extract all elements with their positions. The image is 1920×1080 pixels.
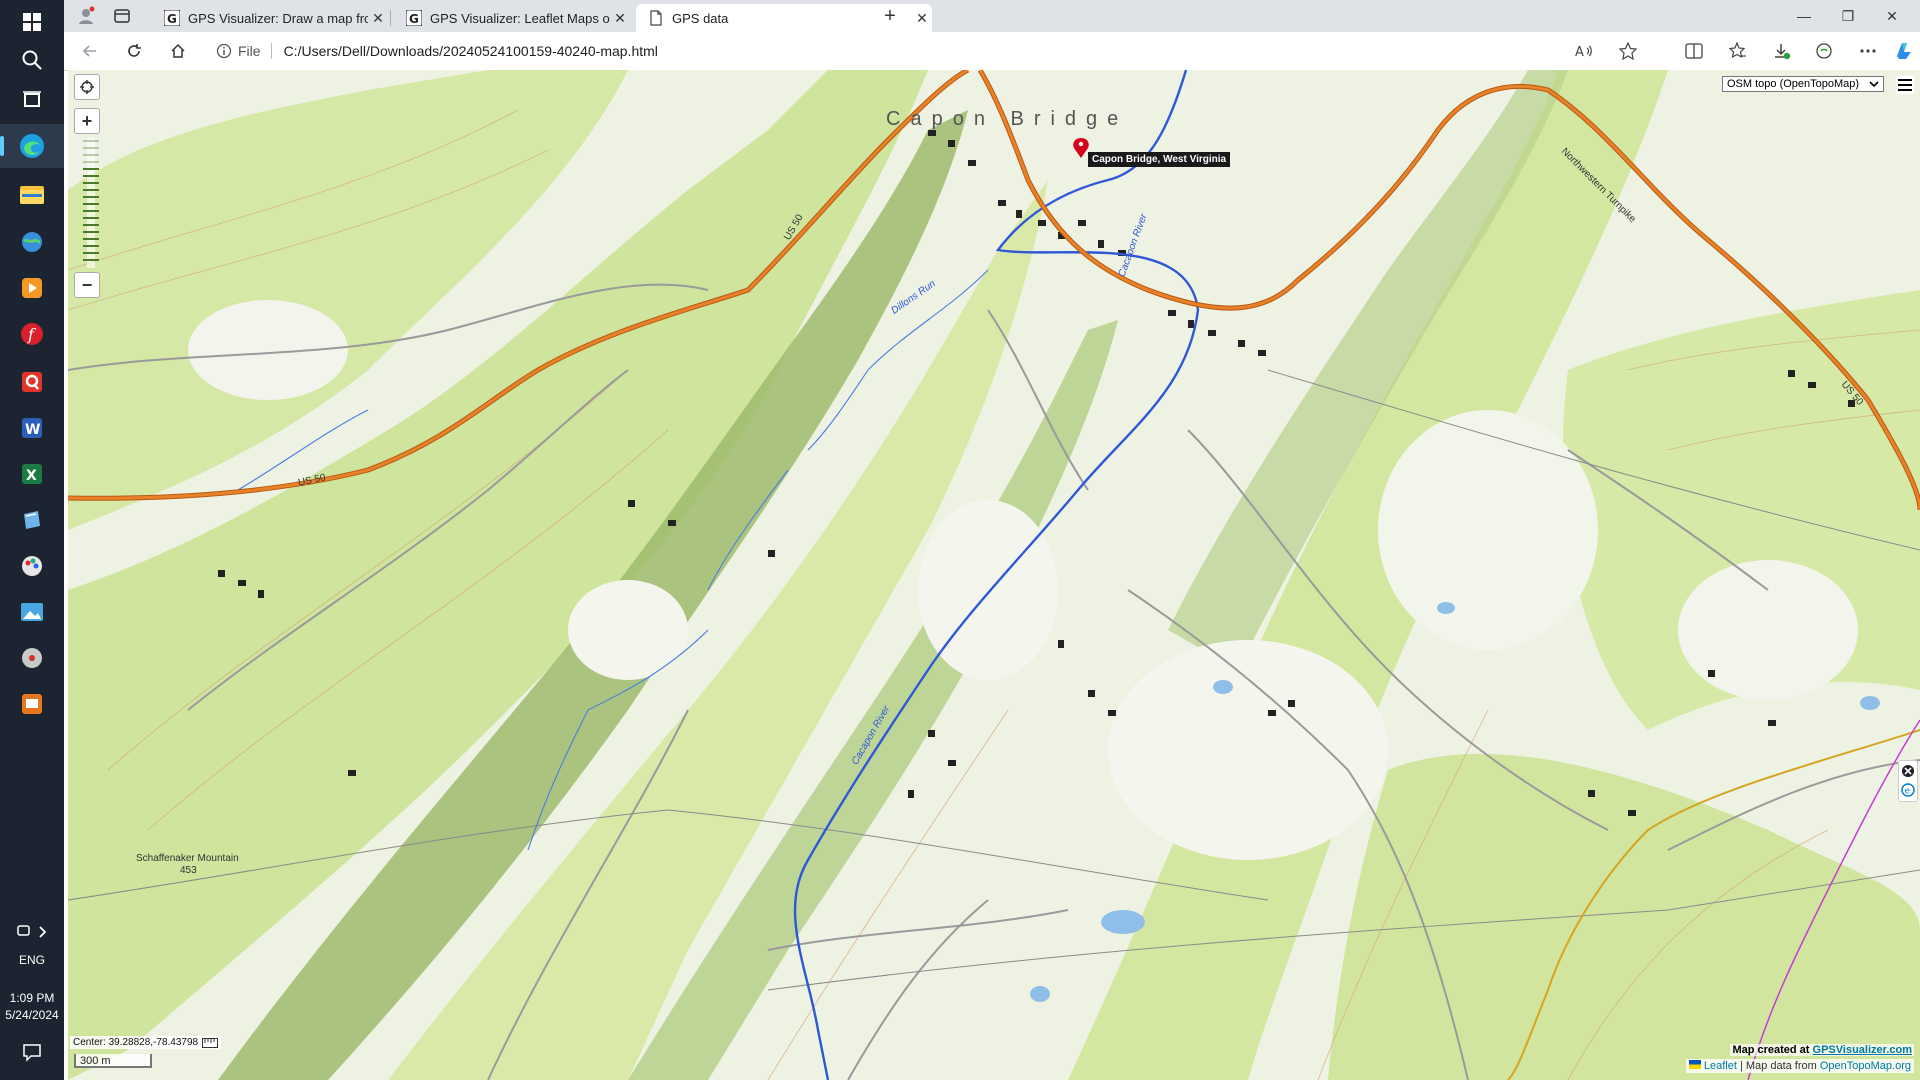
svg-text:e: e bbox=[1905, 787, 1911, 797]
peak-elevation: 453 bbox=[180, 865, 197, 876]
edge-sidebar-icon[interactable]: e bbox=[1900, 782, 1916, 798]
map-menu-icon[interactable] bbox=[1896, 76, 1914, 94]
map-layer-select[interactable]: OSM topo (OpenTopoMap) bbox=[1722, 76, 1884, 92]
excel-icon[interactable]: X bbox=[16, 458, 48, 490]
gpsvisualizer-link[interactable]: GPSVisualizer.com bbox=[1813, 1044, 1912, 1056]
minimize-button[interactable]: — bbox=[1790, 2, 1818, 30]
center-coordinates-text: Center: 39.28828,-78.43798 bbox=[73, 1037, 199, 1048]
settings-more-icon[interactable] bbox=[1854, 37, 1882, 65]
fullscreen-icon[interactable] bbox=[74, 74, 100, 100]
address-toolbar: File C:/Users/Dell/Downloads/20240524100… bbox=[64, 32, 1920, 71]
edge-browser-icon[interactable] bbox=[16, 130, 48, 162]
peak-label: Schaffenaker Mountain bbox=[136, 853, 239, 864]
q-app-icon[interactable] bbox=[16, 366, 48, 398]
document-icon bbox=[650, 10, 662, 26]
favorites-icon[interactable] bbox=[1724, 37, 1752, 65]
zoom-in-button[interactable]: + bbox=[74, 108, 100, 134]
media-player-icon[interactable] bbox=[16, 272, 48, 304]
disc-app-icon[interactable] bbox=[16, 642, 48, 674]
tab-close-button[interactable]: ✕ bbox=[368, 10, 388, 27]
copilot-icon[interactable] bbox=[1890, 37, 1918, 65]
svg-text:A: A bbox=[1575, 45, 1584, 59]
back-icon[interactable] bbox=[76, 37, 104, 65]
word-icon[interactable]: W bbox=[16, 412, 48, 444]
map-view[interactable]: Capon Bridge US 50 US 50 US 50 Cacapon R… bbox=[68, 70, 1920, 1080]
tab-title: GPS Visualizer: Draw a map from bbox=[188, 10, 368, 26]
map-layer-selected: OSM topo (OpenTopoMap) bbox=[1727, 78, 1860, 90]
gps-visualizer-favicon-icon: G bbox=[164, 10, 180, 26]
browser-essentials-icon[interactable] bbox=[1810, 37, 1838, 65]
attribution-text: | Map data from bbox=[1739, 1060, 1817, 1072]
ruler-icon[interactable] bbox=[202, 1037, 219, 1048]
notes-app-icon[interactable] bbox=[16, 504, 48, 536]
tab-close-button[interactable]: ✕ bbox=[610, 10, 630, 27]
center-coordinates: Center: 39.28828,-78.43798 bbox=[70, 1036, 222, 1049]
scale-bar: 300 m bbox=[74, 1054, 152, 1068]
favorite-star-icon[interactable] bbox=[1614, 37, 1642, 65]
clock-date[interactable]: 5/24/2024 bbox=[0, 1008, 64, 1023]
map-attribution: Leaflet | Map data from OpenTopoMap.org bbox=[1685, 1059, 1914, 1073]
tray-hidden-icons-icon[interactable] bbox=[16, 916, 48, 948]
split-screen-icon[interactable] bbox=[1680, 37, 1708, 65]
side-tools-panel: e bbox=[1898, 760, 1918, 802]
topographic-map-tiles bbox=[68, 70, 1920, 1080]
zoom-slider[interactable] bbox=[80, 138, 102, 268]
refresh-icon[interactable] bbox=[120, 37, 148, 65]
opentopomap-link[interactable]: OpenTopoMap.org bbox=[1820, 1060, 1911, 1072]
leaflet-link[interactable]: Leaflet bbox=[1704, 1060, 1737, 1072]
home-icon[interactable] bbox=[164, 37, 192, 65]
downloads-icon[interactable] bbox=[1768, 37, 1796, 65]
address-separator bbox=[270, 43, 272, 59]
windows-start-icon[interactable] bbox=[16, 6, 48, 38]
profile-icon[interactable] bbox=[72, 2, 100, 30]
tab-close-button[interactable]: ✕ bbox=[912, 10, 932, 27]
credit-prefix: Map created at bbox=[1732, 1044, 1810, 1056]
scheme-label: File bbox=[238, 43, 261, 59]
zoom-out-button[interactable]: − bbox=[74, 272, 100, 298]
svg-text:G: G bbox=[167, 12, 177, 26]
slides-app-icon[interactable] bbox=[16, 688, 48, 720]
tab-title: GPS Visualizer: Leaflet Maps outp bbox=[430, 10, 610, 26]
taskbar: f W X ENG 1:09 PM 5/24/2024 bbox=[0, 0, 64, 1080]
url-text[interactable]: C:/Users/Dell/Downloads/20240524100159-4… bbox=[284, 43, 658, 59]
marker-tooltip: Capon Bridge, West Virginia bbox=[1088, 152, 1231, 167]
ukraine-flag-icon bbox=[1688, 1060, 1701, 1069]
address-bar[interactable]: File C:/Users/Dell/Downloads/20240524100… bbox=[210, 36, 1500, 66]
window-close-button[interactable]: ✕ bbox=[1878, 2, 1906, 30]
clock-time[interactable]: 1:09 PM bbox=[0, 991, 64, 1006]
tab-gps-leaflet[interactable]: G GPS Visualizer: Leaflet Maps outp ✕ bbox=[394, 4, 630, 32]
tab-actions-icon[interactable] bbox=[108, 2, 136, 30]
close-circle-icon[interactable] bbox=[1900, 763, 1916, 779]
map-credit-gpsvisualizer: Map created at GPSVisualizer.com bbox=[1730, 1044, 1914, 1056]
svg-text:W: W bbox=[25, 422, 40, 438]
svg-text:G: G bbox=[409, 12, 419, 26]
taskbar-active-indicator bbox=[0, 136, 4, 156]
gps-visualizer-favicon-icon: G bbox=[406, 10, 422, 26]
language-indicator[interactable]: ENG bbox=[0, 953, 64, 968]
browser-tab-bar: G GPS Visualizer: Draw a map from ✕ G GP… bbox=[64, 0, 1920, 32]
notification-icon[interactable] bbox=[16, 1036, 48, 1068]
svg-text:X: X bbox=[26, 468, 37, 484]
chevron-down-icon bbox=[1869, 81, 1879, 88]
info-icon[interactable] bbox=[216, 43, 232, 59]
search-icon[interactable] bbox=[16, 44, 48, 76]
tab-separator bbox=[390, 10, 391, 26]
restore-button[interactable]: ❐ bbox=[1834, 2, 1862, 30]
file-explorer-icon[interactable] bbox=[16, 178, 48, 210]
photo-viewer-icon[interactable] bbox=[16, 596, 48, 628]
app-globe-icon[interactable] bbox=[16, 226, 48, 258]
town-label: Capon Bridge bbox=[886, 108, 1129, 130]
read-aloud-icon[interactable]: A bbox=[1570, 37, 1598, 65]
new-tab-button[interactable]: + bbox=[876, 2, 904, 30]
tab-gps-draw[interactable]: G GPS Visualizer: Draw a map from ✕ bbox=[152, 4, 388, 32]
task-view-icon[interactable] bbox=[16, 84, 48, 116]
flash-app-icon[interactable]: f bbox=[16, 318, 48, 350]
paint-app-icon[interactable] bbox=[16, 550, 48, 582]
